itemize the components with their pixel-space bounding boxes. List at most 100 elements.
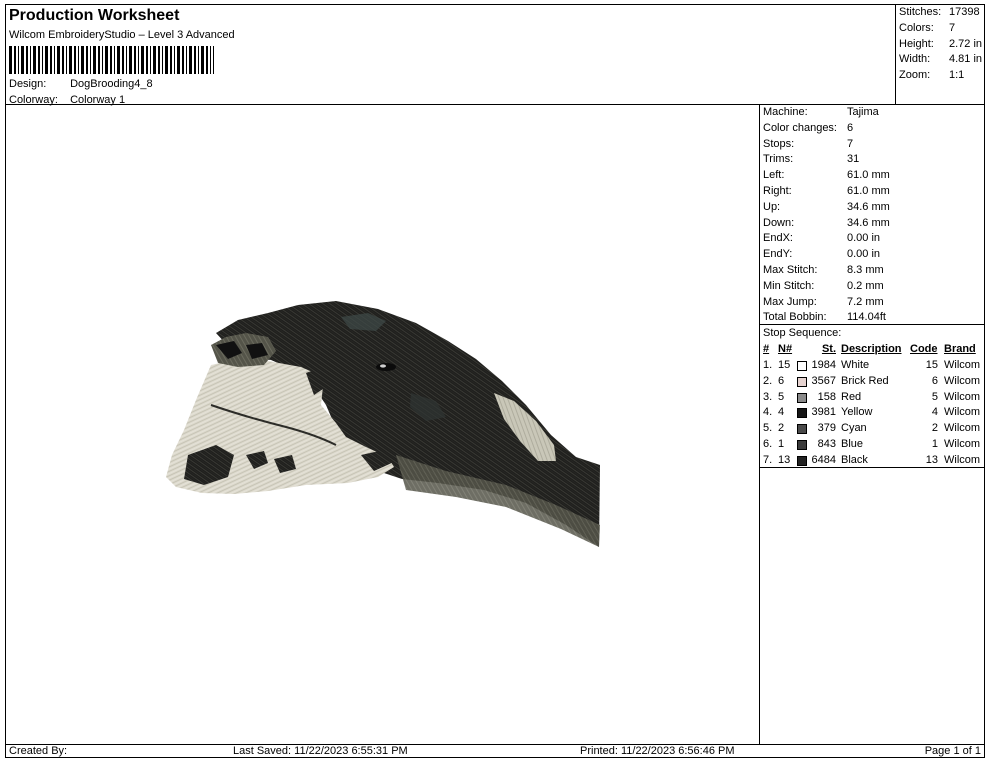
- info-row: EndX: 0.00 in: [763, 232, 880, 244]
- col-stitches: St.: [821, 343, 836, 355]
- row-number: 4.: [763, 406, 773, 419]
- barcode-bar: [21, 46, 24, 74]
- info-label: Up:: [763, 200, 781, 213]
- barcode-bar: [122, 46, 124, 74]
- thread-brand: Wilcom: [944, 406, 981, 419]
- barcode-bar: [158, 46, 160, 74]
- worksheet-header: Production Worksheet Wilcom EmbroiderySt…: [5, 4, 896, 106]
- stitch-count: 843: [817, 438, 836, 450]
- barcode-bar: [150, 46, 151, 74]
- barcode-bar: [86, 46, 88, 74]
- barcode-bar: [177, 46, 180, 74]
- page-number: Page 1 of 1: [924, 745, 981, 757]
- info-value: 34.6 mm: [847, 216, 890, 229]
- color-swatch: [797, 376, 807, 387]
- stitch-count: 3567: [811, 374, 836, 387]
- stop-sequence-row: 6. 1 843 Blue 1 Wilcom: [760, 438, 984, 453]
- thread-brand: Wilcom: [944, 453, 981, 466]
- summary-value: 1:1: [949, 69, 965, 81]
- info-value: 7.2 mm: [847, 295, 884, 308]
- barcode-bar: [170, 46, 172, 74]
- barcode-bar: [153, 46, 156, 74]
- info-value: 61.0 mm: [847, 169, 890, 182]
- needle-number: 5: [778, 390, 785, 403]
- thread-brand: Wilcom: [944, 374, 981, 387]
- barcode-bar: [198, 46, 199, 74]
- info-value: 31: [847, 153, 860, 166]
- panel-divider: [760, 467, 984, 468]
- info-label: Min Stitch:: [763, 279, 815, 292]
- info-row: Min Stitch: 0.2 mm: [763, 280, 884, 292]
- barcode-bar: [110, 46, 112, 74]
- barcode-bar: [141, 46, 144, 74]
- info-value: 0.2 mm: [847, 279, 884, 292]
- col-description: Description: [841, 343, 902, 355]
- color-description: White: [841, 359, 870, 371]
- summary-label: Width:: [899, 53, 931, 65]
- barcode-bar: [90, 46, 91, 74]
- color-description: Yellow: [841, 406, 873, 419]
- barcode-bar: [66, 46, 67, 74]
- info-row: Stops: 7: [763, 138, 853, 150]
- stop-sequence-row: 3. 5 158 Red 5 Wilcom: [760, 391, 984, 406]
- info-value: 8.3 mm: [847, 264, 884, 276]
- design-value: DogBrooding4_8: [70, 78, 153, 90]
- barcode-bar: [45, 46, 48, 74]
- created-by: Created By:: [9, 745, 68, 757]
- color-code: 4: [931, 406, 938, 419]
- barcode-bar: [134, 46, 136, 74]
- thread-brand: Wilcom: [944, 422, 981, 435]
- barcode-bar: [81, 46, 84, 74]
- barcode-image: [9, 46, 214, 74]
- stitch-count: 379: [817, 422, 836, 435]
- color-swatch: [797, 392, 807, 403]
- info-label: Trims:: [763, 153, 794, 166]
- color-description: Red: [841, 390, 862, 403]
- stitch-count: 6484: [811, 453, 836, 466]
- stitch-count: 1984: [811, 359, 836, 371]
- info-row: Total Bobbin: 114.04ft: [763, 311, 886, 323]
- barcode-bar: [162, 46, 163, 74]
- needle-number: 1: [778, 438, 785, 450]
- color-code: 2: [931, 422, 938, 435]
- needle-number: 6: [778, 374, 785, 387]
- info-label: Max Stitch:: [763, 264, 818, 276]
- barcode-bar: [210, 46, 211, 74]
- summary-row-height: Height: 2.72 in: [899, 38, 982, 50]
- info-label: EndX:: [763, 232, 793, 245]
- info-row: Down: 34.6 mm: [763, 217, 890, 229]
- panel-divider: [760, 324, 984, 325]
- barcode-bar: [9, 46, 12, 74]
- info-row: Trims: 31: [763, 153, 859, 165]
- barcode-bar: [146, 46, 148, 74]
- color-description: Cyan: [841, 422, 867, 435]
- barcode-bar: [78, 46, 79, 74]
- color-swatch: [797, 408, 807, 419]
- row-number: 5.: [763, 422, 773, 435]
- last-saved: Last Saved: 11/22/2023 6:55:31 PM: [233, 745, 408, 757]
- color-swatch: [797, 440, 807, 450]
- summary-row-zoom: Zoom: 1:1: [899, 69, 964, 81]
- needle-number: 4: [778, 406, 785, 419]
- stop-sequence-header: # N# St. Description Code Brand: [760, 343, 984, 358]
- summary-label: Stitches:: [899, 6, 942, 18]
- info-row: Machine: Tajima: [763, 106, 879, 118]
- summary-row-width: Width: 4.81 in: [899, 53, 982, 65]
- info-value: 7: [847, 137, 854, 150]
- row-number: 6.: [763, 438, 773, 450]
- info-row: Max Stitch: 8.3 mm: [763, 264, 884, 276]
- stop-sequence-row: 1. 15 1984 White 15 Wilcom: [760, 359, 984, 374]
- stop-sequence-title: Stop Sequence:: [763, 327, 842, 339]
- info-row: Right: 61.0 mm: [763, 185, 890, 197]
- barcode-bar: [165, 46, 168, 74]
- info-label: Color changes:: [763, 121, 837, 134]
- color-swatch: [797, 455, 807, 466]
- barcode-bar: [213, 46, 214, 74]
- barcode-bar: [194, 46, 196, 74]
- info-value: 0.00 in: [847, 232, 881, 245]
- color-swatch: [797, 361, 807, 371]
- barcode-bar: [189, 46, 192, 74]
- info-value: 114.04ft: [847, 311, 886, 324]
- needle-number: 13: [778, 453, 791, 466]
- info-row: EndY: 0.00 in: [763, 248, 880, 260]
